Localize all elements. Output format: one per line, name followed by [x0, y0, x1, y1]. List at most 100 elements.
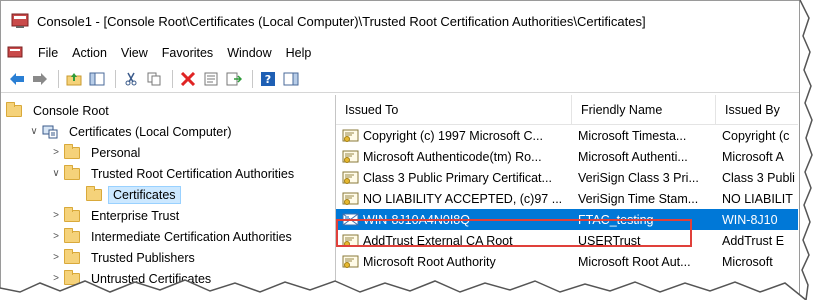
- delete-icon[interactable]: [178, 69, 198, 89]
- folder-icon: [64, 164, 80, 180]
- chevron-right-icon[interactable]: >: [50, 273, 62, 284]
- cut-icon[interactable]: [121, 69, 141, 89]
- chevron-down-icon[interactable]: ∨: [28, 126, 40, 137]
- cell-issued-by: NO LIABILIT: [722, 191, 793, 206]
- tree-item-label: Enterprise Trust: [91, 208, 180, 223]
- certificate-icon: [342, 213, 360, 227]
- content-panes: Console Root ∨ Certificates (Local Compute…: [0, 95, 798, 300]
- chevron-right-icon[interactable]: >: [50, 147, 62, 158]
- menu-help[interactable]: Help: [279, 46, 319, 60]
- menu-bar: File Action View Favorites Window Help: [1, 41, 799, 65]
- list-rows: Copyright (c) 1997 Microsoft C... Microso…: [336, 125, 798, 272]
- toolbar-separator: [252, 69, 253, 88]
- certificate-store-icon: [42, 125, 58, 139]
- cell-issued-by: Microsoft A: [722, 149, 784, 164]
- cell-issued-to: Class 3 Public Primary Certificat...: [336, 171, 572, 185]
- cell-issued-by: WIN-8J10: [722, 212, 778, 227]
- chevron-down-icon[interactable]: ∨: [50, 168, 62, 179]
- cell-issued-to: WIN-8J10A4N0I8Q: [336, 213, 572, 227]
- tree-item-untrusted-certificates[interactable]: > Untrusted Certificates: [0, 268, 335, 289]
- menu-favorites[interactable]: Favorites: [155, 46, 220, 60]
- mmc-app-icon: [11, 13, 29, 29]
- tree-item-label: Certificates: [108, 185, 181, 204]
- certificate-row[interactable]: Copyright (c) 1997 Microsoft C... Microso…: [336, 125, 798, 146]
- export-icon[interactable]: [224, 69, 244, 89]
- folder-icon: [64, 227, 80, 243]
- certificate-icon: [342, 171, 360, 185]
- folder-icon: [64, 248, 80, 264]
- cell-friendly-name: VeriSign Time Stam...: [578, 191, 699, 206]
- certificate-icon: [342, 150, 360, 164]
- cell-friendly-name: Microsoft Root Aut...: [578, 254, 691, 269]
- console-tree: Console Root ∨ Certificates (Local Compute…: [0, 95, 336, 300]
- issued-to-text: Microsoft Root Authority: [363, 254, 496, 269]
- cell-issued-to: Microsoft Root Authority: [336, 255, 572, 269]
- menu-view[interactable]: View: [114, 46, 155, 60]
- column-header-issued-to[interactable]: Issued To: [336, 95, 572, 124]
- console-menu-icon[interactable]: [7, 46, 23, 60]
- menu-file[interactable]: File: [31, 46, 65, 60]
- forward-arrow-icon[interactable]: [30, 69, 50, 89]
- certificate-icon: [342, 129, 360, 143]
- cell-friendly-name: USERTrust: [578, 233, 641, 248]
- tree-item-trusted-publishers[interactable]: > Trusted Publishers: [0, 247, 335, 268]
- menu-window[interactable]: Window: [220, 46, 278, 60]
- certificate-list: Issued To Friendly Name Issued By Copyri…: [336, 95, 798, 300]
- tree-item-enterprise-trust[interactable]: > Enterprise Trust: [0, 205, 335, 226]
- folder-icon: [64, 143, 80, 159]
- folder-icon: [64, 269, 80, 285]
- cell-issued-by: Class 3 Publi: [722, 170, 795, 185]
- tree-item-label: Console Root: [33, 103, 109, 118]
- certificate-row[interactable]: Class 3 Public Primary Certificat... Veri…: [336, 167, 798, 188]
- cell-issued-to: Microsoft Authenticode(tm) Ro...: [336, 150, 572, 164]
- back-arrow-icon[interactable]: [7, 69, 27, 89]
- toolbar-separator: [58, 69, 59, 88]
- issued-to-text: NO LIABILITY ACCEPTED, (c)97 ...: [363, 191, 563, 206]
- tree-item-console-root[interactable]: Console Root: [0, 100, 335, 121]
- issued-to-text: AddTrust External CA Root: [363, 233, 513, 248]
- toolbar-separator: [172, 69, 173, 88]
- list-header: Issued To Friendly Name Issued By: [336, 95, 798, 125]
- certificate-row[interactable]: AddTrust External CA Root USERTrust AddTru…: [336, 230, 798, 251]
- cell-friendly-name: Microsoft Authenti...: [578, 149, 688, 164]
- tree-item-label: Personal: [91, 145, 141, 160]
- tree-item-label: Trusted Root Certification Authorities: [91, 166, 295, 181]
- tree-item-intermediate-certification-authorities[interactable]: > Intermediate Certification Authorities: [0, 226, 335, 247]
- cell-friendly-name: VeriSign Class 3 Pri...: [578, 170, 699, 185]
- folder-icon: [86, 185, 102, 201]
- cell-issued-by: Copyright (c: [722, 128, 790, 143]
- issued-to-text: WIN-8J10A4N0I8Q: [363, 212, 470, 227]
- certificate-icon: [342, 255, 360, 269]
- column-header-friendly-name[interactable]: Friendly Name: [572, 95, 716, 124]
- certificate-row[interactable]: Microsoft Authenticode(tm) Ro... Microsof…: [336, 146, 798, 167]
- tree-item-label: Certificates (Local Computer): [69, 124, 232, 139]
- chevron-right-icon[interactable]: >: [50, 231, 62, 242]
- tree-item-label: Trusted Publishers: [91, 250, 195, 265]
- tree-item-trusted-root-certification-authorities[interactable]: ∨ Trusted Root Certification Authorities: [0, 163, 335, 184]
- cell-friendly-name: FTAC_testing: [578, 212, 654, 227]
- tree-item-personal[interactable]: > Personal: [0, 142, 335, 163]
- chevron-right-icon[interactable]: >: [50, 252, 62, 263]
- properties-icon[interactable]: [201, 69, 221, 89]
- folder-icon: [64, 206, 80, 222]
- toolbar-separator: [115, 69, 116, 88]
- certificate-row[interactable]: WIN-8J10A4N0I8Q FTAC_testing WIN-8J10: [336, 209, 798, 230]
- issued-to-text: Copyright (c) 1997 Microsoft C...: [363, 128, 543, 143]
- action-pane-icon[interactable]: [281, 69, 301, 89]
- tree-item-certificates[interactable]: Certificates: [0, 184, 335, 205]
- copy-icon[interactable]: [144, 69, 164, 89]
- cell-issued-by: AddTrust E: [722, 233, 785, 248]
- folder-icon: [6, 101, 22, 117]
- menu-action[interactable]: Action: [65, 46, 114, 60]
- cell-issued-to: NO LIABILITY ACCEPTED, (c)97 ...: [336, 192, 572, 206]
- certificate-row[interactable]: Microsoft Root Authority Microsoft Root A…: [336, 251, 798, 272]
- certificate-icon: [342, 234, 360, 248]
- chevron-right-icon[interactable]: >: [50, 210, 62, 221]
- tree-item-certificates-local-computer[interactable]: ∨ Certificates (Local Computer): [0, 121, 335, 142]
- show-hide-tree-icon[interactable]: [87, 69, 107, 89]
- help-icon[interactable]: ?: [258, 69, 278, 89]
- column-header-issued-by[interactable]: Issued By: [716, 95, 796, 124]
- certificate-row[interactable]: NO LIABILITY ACCEPTED, (c)97 ... VeriSign…: [336, 188, 798, 209]
- up-folder-icon[interactable]: [64, 69, 84, 89]
- svg-text:?: ?: [265, 73, 271, 86]
